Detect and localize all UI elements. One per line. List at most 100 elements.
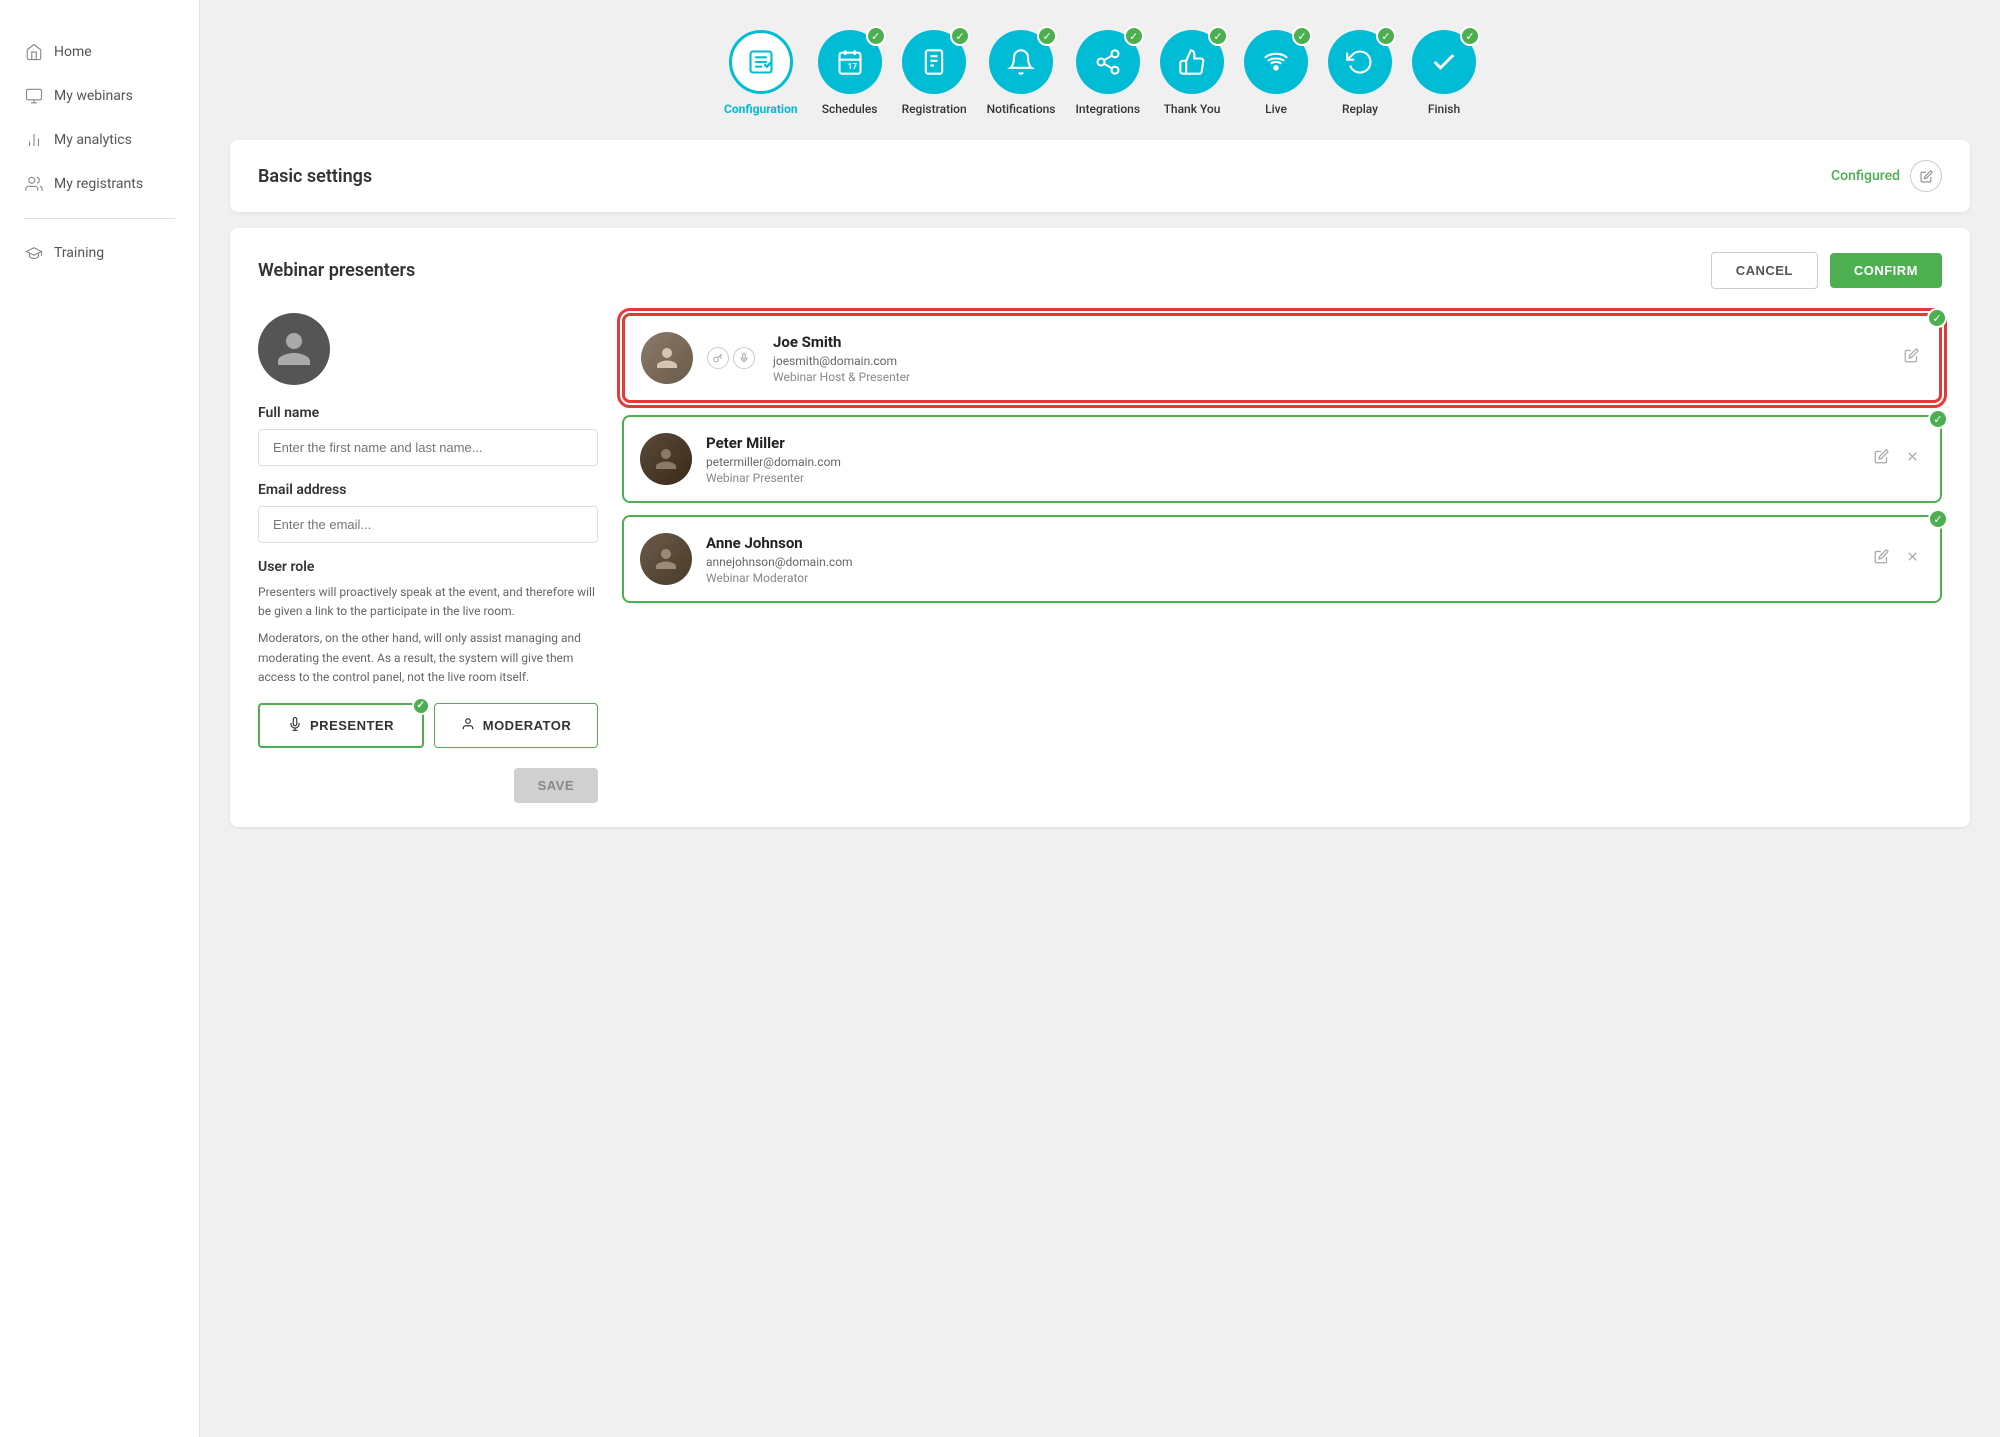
peter-miller-email: petermiller@domain.com	[706, 455, 1856, 469]
anne-johnson-info: Anne Johnson annejohnson@domain.com Webi…	[706, 534, 1856, 585]
step-finish-label: Finish	[1428, 102, 1460, 116]
step-notifications-label: Notifications	[987, 102, 1056, 116]
anne-johnson-actions	[1870, 545, 1924, 573]
basic-settings-header: Basic settings Configured	[230, 140, 1970, 212]
joe-smith-email: joesmith@domain.com	[773, 354, 1886, 368]
step-replay-circle: ✓	[1328, 30, 1392, 94]
peter-miller-role: Webinar Presenter	[706, 471, 1856, 485]
sidebar-item-registrants-label: My registrants	[54, 176, 143, 192]
step-live[interactable]: ✓ Live	[1244, 30, 1308, 116]
home-icon	[24, 42, 44, 62]
peter-miller-avatar	[640, 433, 692, 485]
save-button: SAVE	[514, 768, 598, 803]
form-avatar	[258, 313, 330, 385]
step-schedules-label: Schedules	[822, 102, 878, 116]
key-icon-sm	[707, 347, 729, 369]
peter-miller-remove-button[interactable]	[1901, 445, 1924, 473]
confirm-button[interactable]: CONFIRM	[1830, 253, 1942, 288]
role-buttons: PRESENTER ✓ MODERATOR	[258, 703, 598, 748]
presenter-card-joe-smith[interactable]: Joe Smith joesmith@domain.com Webinar Ho…	[622, 313, 1942, 403]
email-input[interactable]	[258, 506, 598, 543]
joe-smith-check: ✓	[1927, 308, 1947, 328]
configured-label: Configured	[1831, 168, 1900, 184]
cancel-button[interactable]: CANCEL	[1711, 252, 1818, 289]
sidebar-item-my-registrants[interactable]: My registrants	[0, 162, 199, 206]
sidebar-item-training[interactable]: Training	[0, 231, 199, 275]
presenter-card-peter-miller[interactable]: Peter Miller petermiller@domain.com Webi…	[622, 415, 1942, 503]
presenters-header: Webinar presenters CANCEL CONFIRM	[258, 252, 1942, 289]
sidebar-item-my-analytics[interactable]: My analytics	[0, 118, 199, 162]
presenter-role-check: ✓	[412, 697, 430, 715]
anne-johnson-edit-button[interactable]	[1870, 545, 1893, 573]
step-thank-you-check: ✓	[1208, 26, 1228, 46]
sidebar-divider	[24, 218, 175, 219]
step-schedules-circle: 17 ✓	[818, 30, 882, 94]
presenter-form: Full name Email address User role Presen…	[258, 313, 598, 803]
sidebar-item-webinars-label: My webinars	[54, 88, 133, 104]
peter-miller-check: ✓	[1928, 409, 1948, 429]
anne-johnson-check: ✓	[1928, 509, 1948, 529]
webinar-icon	[24, 86, 44, 106]
step-configuration[interactable]: Configuration	[724, 30, 798, 116]
person-icon	[461, 717, 475, 734]
step-live-circle: ✓	[1244, 30, 1308, 94]
mic-icon	[288, 717, 302, 734]
peter-miller-edit-button[interactable]	[1870, 445, 1893, 473]
joe-smith-actions	[1900, 344, 1923, 372]
step-replay-label: Replay	[1342, 102, 1378, 116]
step-registration[interactable]: ✓ Registration	[902, 30, 967, 116]
joe-smith-avatar	[641, 332, 693, 384]
joe-smith-edit-button[interactable]	[1900, 344, 1923, 372]
step-notifications-check: ✓	[1037, 26, 1057, 46]
analytics-icon	[24, 130, 44, 150]
step-integrations-check: ✓	[1124, 26, 1144, 46]
joe-smith-name: Joe Smith	[773, 333, 1886, 351]
role-description-presenters: Presenters will proactively speak at the…	[258, 583, 598, 621]
moderator-btn-label: MODERATOR	[483, 718, 572, 733]
anne-johnson-name: Anne Johnson	[706, 534, 1856, 552]
sidebar: Home My webinars My analytics	[0, 0, 200, 1437]
step-schedules[interactable]: 17 ✓ Schedules	[818, 30, 882, 116]
joe-smith-info: Joe Smith joesmith@domain.com Webinar Ho…	[773, 333, 1886, 384]
step-thank-you-label: Thank You	[1164, 102, 1221, 116]
anne-johnson-remove-button[interactable]	[1901, 545, 1924, 573]
email-label: Email address	[258, 482, 598, 498]
step-integrations-circle: ✓	[1076, 30, 1140, 94]
step-thank-you[interactable]: ✓ Thank You	[1160, 30, 1224, 116]
step-live-check: ✓	[1292, 26, 1312, 46]
basic-settings-card: Basic settings Configured	[230, 140, 1970, 212]
step-registration-label: Registration	[902, 102, 967, 116]
presenters-body: Full name Email address User role Presen…	[258, 313, 1942, 803]
step-notifications[interactable]: ✓ Notifications	[987, 30, 1056, 116]
training-icon	[24, 243, 44, 263]
svg-text:17: 17	[847, 61, 857, 71]
step-configuration-circle	[729, 30, 793, 94]
step-registration-check: ✓	[950, 26, 970, 46]
step-finish-circle: ✓	[1412, 30, 1476, 94]
step-live-label: Live	[1265, 102, 1287, 116]
basic-settings-edit-button[interactable]	[1910, 160, 1942, 192]
presenter-role-button[interactable]: PRESENTER ✓	[258, 703, 424, 748]
step-thank-you-circle: ✓	[1160, 30, 1224, 94]
presenter-icons	[707, 347, 755, 369]
sidebar-item-my-webinars[interactable]: My webinars	[0, 74, 199, 118]
step-finish[interactable]: ✓ Finish	[1412, 30, 1476, 116]
mic-icon-sm	[733, 347, 755, 369]
registrants-icon	[24, 174, 44, 194]
presenters-list: Joe Smith joesmith@domain.com Webinar Ho…	[622, 313, 1942, 803]
peter-miller-actions	[1870, 445, 1924, 473]
step-registration-circle: ✓	[902, 30, 966, 94]
anne-johnson-role: Webinar Moderator	[706, 571, 1856, 585]
moderator-role-button[interactable]: MODERATOR	[434, 703, 598, 748]
presenters-title: Webinar presenters	[258, 260, 415, 281]
step-replay[interactable]: ✓ Replay	[1328, 30, 1392, 116]
main-content: Configuration 17 ✓ Schedules	[200, 0, 2000, 1437]
presenter-card-anne-johnson[interactable]: Anne Johnson annejohnson@domain.com Webi…	[622, 515, 1942, 603]
full-name-input[interactable]	[258, 429, 598, 466]
step-configuration-label: Configuration	[724, 102, 798, 116]
full-name-label: Full name	[258, 405, 598, 421]
step-integrations[interactable]: ✓ Integrations	[1075, 30, 1140, 116]
user-role-label: User role	[258, 559, 598, 575]
presenter-btn-label: PRESENTER	[310, 718, 394, 733]
sidebar-item-home[interactable]: Home	[0, 30, 199, 74]
